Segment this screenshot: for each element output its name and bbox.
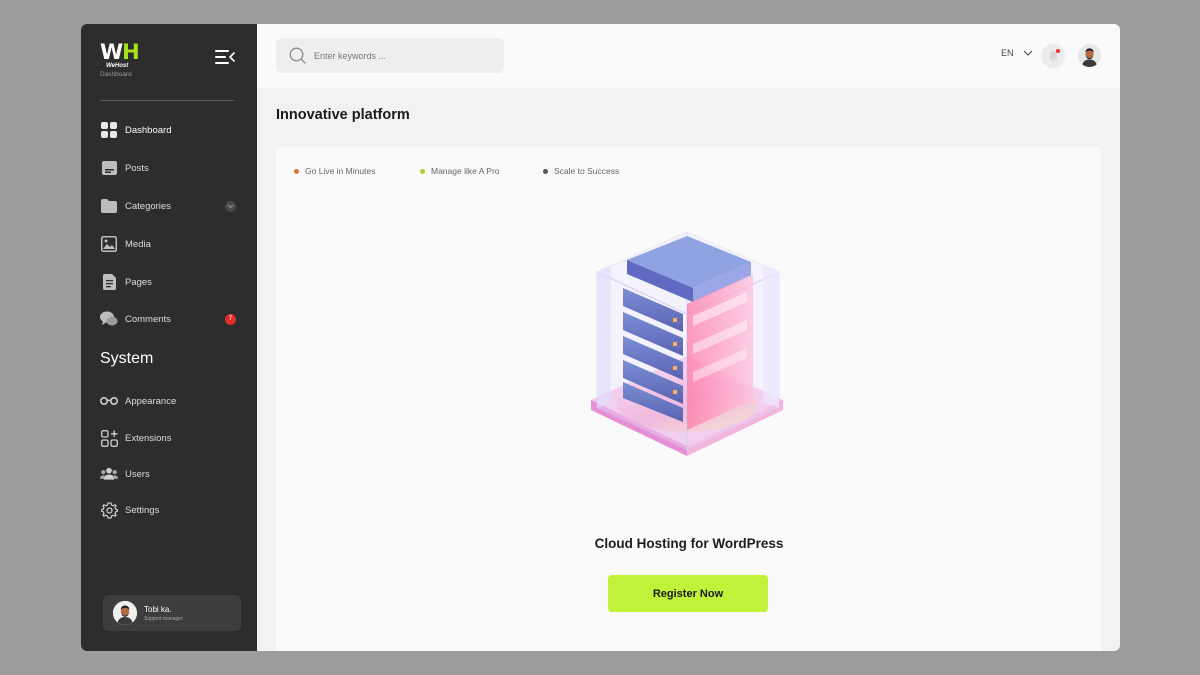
sidebar-item-pages[interactable]: Pages — [100, 271, 240, 293]
sidebar-item-label: Users — [125, 468, 150, 480]
sidebar-item-label: Dashboard — [125, 124, 172, 136]
folder-icon — [100, 197, 118, 215]
feature-label: Manage like A Pro — [431, 166, 500, 176]
feature-item: Scale to Success — [543, 166, 619, 176]
feature-item: Manage like A Pro — [420, 166, 500, 176]
server-illustration — [591, 232, 783, 456]
sidebar-item-settings[interactable]: Settings — [100, 499, 240, 521]
brand-subtitle: Dashboard — [100, 71, 132, 78]
comments-count-badge: 7 — [225, 313, 236, 325]
sidebar-item-extensions[interactable]: Extensions — [100, 427, 240, 449]
system-section-title: System — [100, 350, 154, 367]
sidebar-item-label: Extensions — [125, 432, 172, 444]
top-bar: EN — [257, 24, 1120, 88]
user-profile-card[interactable]: Tobi ka. Support manager — [103, 595, 241, 631]
feature-label: Go Live in Minutes — [305, 166, 376, 176]
notification-dot — [1056, 49, 1060, 53]
sidebar-item-users[interactable]: Users — [100, 463, 240, 485]
avatar[interactable] — [1078, 44, 1101, 67]
sidebar-item-label: Pages — [125, 276, 152, 288]
page-icon — [100, 273, 118, 291]
sidebar-divider — [100, 100, 234, 101]
comments-icon — [100, 310, 118, 328]
extensions-icon — [100, 429, 118, 447]
glasses-icon — [100, 392, 118, 410]
bullet-dot — [543, 168, 548, 174]
user-name: Tobi ka. — [144, 604, 172, 614]
sidebar-item-comments[interactable]: Comments 7 — [100, 308, 240, 330]
dashboard-grid-icon — [100, 121, 118, 139]
bullet-dot — [294, 168, 299, 174]
sidebar-item-label: Categories — [125, 200, 171, 212]
search-bar[interactable] — [276, 38, 504, 73]
notifications-button[interactable] — [1041, 44, 1065, 68]
chevron-down-icon[interactable] — [225, 200, 236, 212]
hosting-promo-card: Go Live in Minutes Manage like A Pro Sca… — [276, 146, 1102, 651]
feature-label: Scale to Success — [554, 166, 620, 176]
menu-collapse-icon — [215, 50, 235, 64]
sidebar-item-categories[interactable]: Categories — [100, 195, 240, 217]
sidebar-item-label: Appearance — [125, 395, 177, 407]
users-icon — [100, 465, 118, 483]
sidebar-item-label: Media — [125, 238, 151, 250]
feature-item: Go Live in Minutes — [294, 166, 375, 176]
bullet-dot — [420, 168, 425, 174]
sidebar-item-posts[interactable]: Posts — [100, 157, 240, 179]
posts-icon — [100, 159, 118, 177]
sidebar-item-media[interactable]: Media — [100, 233, 240, 255]
search-icon — [289, 47, 306, 64]
brand-logo[interactable]: WH WeHost Dashboard — [100, 40, 140, 79]
language-label: EN — [1001, 48, 1014, 58]
user-role: Support manager — [144, 615, 183, 622]
gear-icon — [100, 501, 118, 519]
search-input[interactable] — [314, 50, 484, 61]
sidebar: WH WeHost Dashboard Dashboard Posts Cate… — [81, 24, 257, 651]
app-window: WH WeHost Dashboard Dashboard Posts Cate… — [81, 24, 1120, 651]
language-selector[interactable]: EN — [1001, 48, 1033, 58]
sidebar-collapse-button[interactable] — [215, 49, 235, 65]
sidebar-item-dashboard[interactable]: Dashboard — [100, 119, 240, 141]
sidebar-item-label: Posts — [125, 162, 149, 174]
main-content: EN — [257, 24, 1120, 651]
register-now-button[interactable]: Register Now — [608, 575, 768, 612]
sidebar-item-appearance[interactable]: Appearance — [100, 390, 240, 412]
logo-mark: WH — [100, 40, 140, 64]
hero-title: Cloud Hosting for WordPress — [594, 536, 784, 551]
page-title: Innovative platform — [276, 107, 410, 123]
sidebar-item-label: Settings — [125, 504, 160, 516]
chevron-down-icon — [1023, 50, 1032, 56]
image-icon — [100, 235, 118, 253]
avatar — [113, 601, 137, 625]
sidebar-item-label: Comments — [125, 313, 171, 325]
